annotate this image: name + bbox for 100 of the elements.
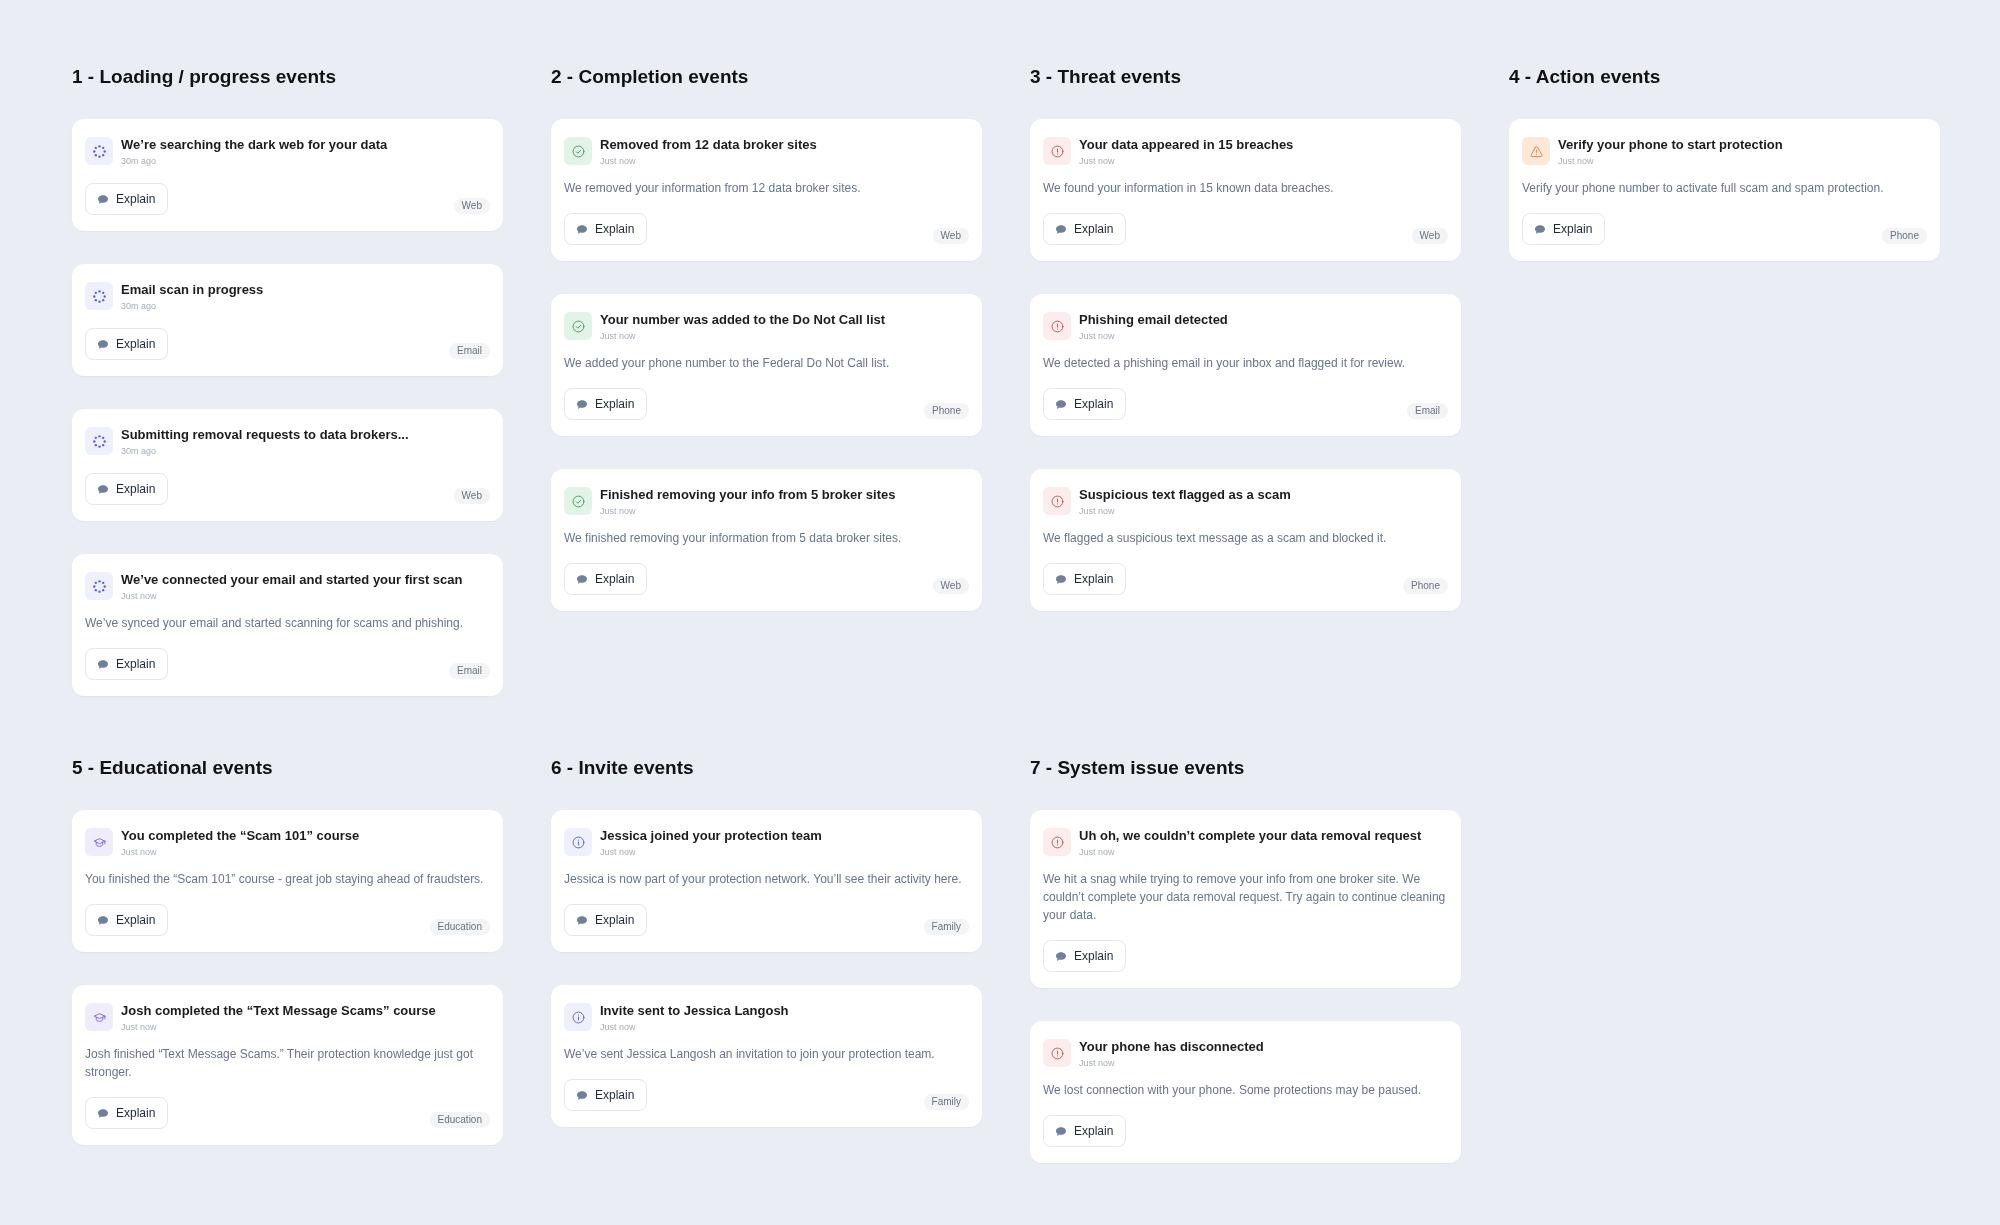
event-description: You finished the “Scam 101” course - great job staying ahead of fraudsters.: [85, 871, 485, 888]
category-tag: Education: [429, 1112, 490, 1128]
spinner-icon: [85, 427, 113, 455]
event-time: Just now: [1079, 155, 1116, 167]
explain-button[interactable]: Explain: [1043, 213, 1127, 245]
category-tag: Family: [923, 1094, 969, 1110]
chat-bubble-icon: [577, 1090, 587, 1100]
chat-bubble-icon: [98, 339, 108, 349]
category-tag: Email: [449, 663, 490, 679]
section-heading: 7 - System issue events: [1030, 756, 1246, 780]
event-title: Your data appeared in 15 breaches: [1079, 137, 1294, 153]
event-time: Just now: [600, 1021, 637, 1033]
explain-button[interactable]: Explain: [85, 904, 169, 936]
event-time: Just now: [121, 590, 158, 602]
event-time: Just now: [1558, 155, 1595, 167]
event-title: Josh completed the “Text Message Scams” course: [121, 1003, 436, 1019]
chat-bubble-icon: [577, 915, 587, 925]
explain-button[interactable]: Explain: [564, 1079, 648, 1111]
event-title: Finished removing your info from 5 broker sites: [600, 487, 896, 503]
event-time: Just now: [1079, 505, 1116, 517]
explain-button[interactable]: Explain: [564, 563, 648, 595]
event-time: Just now: [600, 155, 637, 167]
event-time: 30m ago: [121, 300, 158, 312]
explain-button[interactable]: Explain: [85, 183, 169, 215]
chat-bubble-icon: [1056, 951, 1066, 961]
event-title: Jessica joined your protection team: [600, 828, 822, 844]
chat-bubble-icon: [98, 484, 108, 494]
section-heading: 2 - Completion events: [551, 65, 750, 89]
event-description: We finished removing your information from 5 data broker sites.: [564, 530, 903, 547]
event-title: Submitting removal requests to data brokers...: [121, 427, 409, 443]
section-heading: 6 - Invite events: [551, 756, 695, 780]
explain-button[interactable]: Explain: [1043, 1115, 1127, 1147]
explain-button[interactable]: Explain: [1043, 388, 1127, 420]
category-tag: Email: [1407, 403, 1448, 419]
event-description: We added your phone number to the Federal Do Not Call list.: [564, 355, 891, 372]
explain-button[interactable]: Explain: [85, 1097, 169, 1129]
event-title: Suspicious text flagged as a scam: [1079, 487, 1291, 503]
spinner-icon: [85, 572, 113, 600]
event-title: Email scan in progress: [121, 282, 264, 298]
graduation-cap-icon: [85, 1003, 113, 1031]
event-description: We detected a phishing email in your inbox and flagged it for review.: [1043, 355, 1406, 372]
chat-bubble-icon: [577, 224, 587, 234]
chat-bubble-icon: [98, 659, 108, 669]
category-tag: Phone: [1403, 578, 1448, 594]
explain-button[interactable]: Explain: [85, 328, 169, 360]
event-title: We’re searching the dark web for your data: [121, 137, 388, 153]
event-time: Just now: [1079, 330, 1116, 342]
chat-bubble-icon: [98, 194, 108, 204]
explain-button[interactable]: Explain: [1043, 563, 1127, 595]
section-heading: 3 - Threat events: [1030, 65, 1182, 89]
event-description: We flagged a suspicious text message as a scam and blocked it.: [1043, 530, 1388, 547]
category-tag: Email: [449, 343, 490, 359]
explain-button[interactable]: Explain: [85, 473, 169, 505]
spinner-icon: [85, 282, 113, 310]
category-tag: Education: [429, 919, 490, 935]
event-description: We lost connection with your phone. Some protections may be paused.: [1043, 1082, 1422, 1099]
explain-button[interactable]: Explain: [1522, 213, 1606, 245]
event-time: 30m ago: [121, 155, 158, 167]
section-heading: 4 - Action events: [1509, 65, 1662, 89]
event-time: 30m ago: [121, 445, 158, 457]
chat-bubble-icon: [577, 574, 587, 584]
chat-bubble-icon: [1535, 224, 1545, 234]
event-description: We’ve synced your email and started scanning for scams and phishing.: [85, 615, 464, 632]
event-title: Phishing email detected: [1079, 312, 1228, 328]
explain-button[interactable]: Explain: [564, 213, 648, 245]
chat-bubble-icon: [98, 915, 108, 925]
category-tag: Phone: [1882, 228, 1927, 244]
event-title: Your phone has disconnected: [1079, 1039, 1264, 1055]
event-title: Verify your phone to start protection: [1558, 137, 1783, 153]
warning-icon: [1522, 137, 1550, 165]
category-tag: Family: [923, 919, 969, 935]
event-description: We found your information in 15 known data breaches.: [1043, 180, 1335, 197]
category-tag: Web: [1411, 228, 1448, 244]
explain-button[interactable]: Explain: [85, 648, 169, 680]
event-time: Just now: [600, 846, 637, 858]
chat-bubble-icon: [1056, 1126, 1066, 1136]
section-heading: 5 - Educational events: [72, 756, 274, 780]
event-title: Invite sent to Jessica Langosh: [600, 1003, 789, 1019]
graduation-cap-icon: [85, 828, 113, 856]
chat-bubble-icon: [577, 399, 587, 409]
category-tag: Web: [453, 198, 490, 214]
event-title: Uh oh, we couldn’t complete your data removal request: [1079, 828, 1422, 844]
event-title: We’ve connected your email and started your first scan: [121, 572, 463, 588]
event-description: We hit a snag while trying to remove your info from one broker site. We couldn’t complete your data removal request. Try again to continue cleaning your data.: [1043, 871, 1447, 924]
event-time: Just now: [121, 1021, 158, 1033]
event-time: Just now: [600, 505, 637, 517]
explain-button[interactable]: Explain: [564, 388, 648, 420]
event-title: Your number was added to the Do Not Call list: [600, 312, 886, 328]
chat-bubble-icon: [1056, 399, 1066, 409]
category-tag: Web: [453, 488, 490, 504]
event-description: Verify your phone number to activate full scam and spam protection.: [1522, 180, 1885, 197]
explain-button[interactable]: Explain: [1043, 940, 1127, 972]
spinner-icon: [85, 137, 113, 165]
event-time: Just now: [600, 330, 637, 342]
event-description: Jessica is now part of your protection network. You’ll see their activity here.: [564, 871, 963, 888]
explain-button[interactable]: Explain: [564, 904, 648, 936]
event-time: Just now: [121, 846, 158, 858]
event-time: Just now: [1079, 846, 1116, 858]
event-time: Just now: [1079, 1057, 1116, 1069]
event-title: Removed from 12 data broker sites: [600, 137, 817, 153]
